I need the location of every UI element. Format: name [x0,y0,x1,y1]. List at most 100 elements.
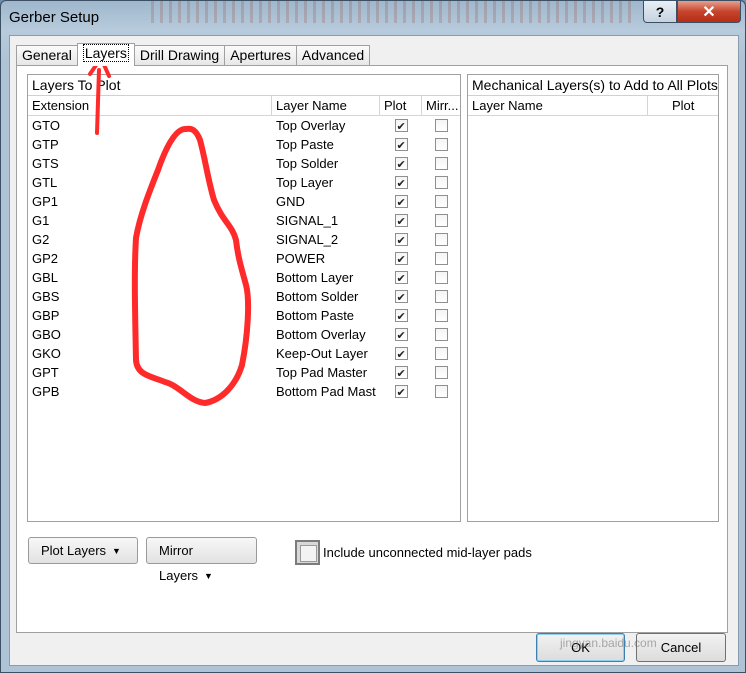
table-row[interactable]: G1 SIGNAL_1 [28,211,460,231]
tab-label: Advanced [301,47,365,63]
column-header-plot[interactable]: Plot [648,96,718,115]
plot-layers-dropdown-button[interactable]: Plot Layers ▼ [28,537,138,564]
layer-name-cell: SIGNAL_1 [276,213,339,228]
table-row[interactable]: GBL Bottom Layer [28,268,460,288]
plot-cell [380,211,422,231]
mirror-checkbox[interactable] [434,252,448,265]
mirror-checkbox[interactable] [434,328,448,341]
column-header-plot[interactable]: Plot [380,96,422,115]
title-bar[interactable]: Gerber Setup ? ✕ [1,1,746,35]
plot-checkbox[interactable] [394,231,408,250]
plot-checkbox[interactable] [394,345,408,364]
tab-label: Apertures [230,47,291,63]
mirror-checkbox[interactable] [434,309,448,322]
mirror-cell [422,135,460,154]
mirror-checkbox[interactable] [434,233,448,246]
column-header-layer-name[interactable]: Layer Name [272,96,380,115]
layer-name-cell: Top Solder [276,156,339,171]
mirror-layers-dropdown-button[interactable]: Mirror Layers ▼ [146,537,257,583]
table-row[interactable]: GBP Bottom Paste [28,306,460,326]
layer-name-cell: Top Layer [276,175,334,190]
plot-cell [380,230,422,250]
table-row[interactable]: GPB Bottom Pad Mast [28,382,460,402]
plot-checkbox[interactable] [394,364,408,383]
table-row[interactable]: GTL Top Layer [28,173,460,193]
help-button[interactable]: ? [643,1,677,23]
plot-checkbox[interactable] [394,136,408,155]
plot-cell [380,306,422,326]
plot-checkbox[interactable] [394,250,408,269]
mirror-cell [422,230,460,249]
plot-checkbox[interactable] [394,117,408,136]
table-row[interactable]: GP1 GND [28,192,460,212]
mirror-checkbox[interactable] [434,366,448,379]
tab-strip: General Layers Drill Drawing Apertures A… [16,43,371,66]
column-header-layer-name[interactable]: Layer Name [468,96,648,115]
column-header-mirror[interactable]: Mirr... [422,96,460,115]
plot-cell [380,135,422,155]
extension-cell: GTS [32,156,59,171]
include-unconnected-checkbox[interactable] [295,540,320,565]
mirror-checkbox[interactable] [434,347,448,360]
layer-name-cell: Bottom Layer [276,270,354,285]
plot-checkbox[interactable] [394,212,408,231]
table-row[interactable]: G2 SIGNAL_2 [28,230,460,250]
plot-checkbox[interactable] [394,383,408,402]
table-row[interactable]: GTO Top Overlay [28,116,460,136]
mirror-cell [422,268,460,287]
button-label: Plot Layers [41,543,107,558]
table-row[interactable]: GPT Top Pad Master [28,363,460,383]
extension-cell: GP2 [32,251,59,266]
plot-cell [380,268,422,288]
background-artifact [151,1,631,23]
layer-name-cell: Bottom Overlay [276,327,366,342]
mirror-checkbox[interactable] [434,290,448,303]
tab-general[interactable]: General [16,45,78,66]
mirror-cell [422,287,460,306]
table-row[interactable]: GKO Keep-Out Layer [28,344,460,364]
plot-checkbox[interactable] [394,193,408,212]
close-button[interactable]: ✕ [677,1,741,23]
tab-drill-drawing[interactable]: Drill Drawing [133,45,226,66]
mirror-cell [422,306,460,325]
tab-layers[interactable]: Layers [76,43,135,66]
extension-cell: GKO [32,346,61,361]
plot-cell [380,287,422,307]
tab-advanced[interactable]: Advanced [295,45,371,66]
mirror-checkbox[interactable] [434,176,448,189]
plot-checkbox[interactable] [394,288,408,307]
dialog-window: Gerber Setup ? ✕ General Layers Drill Dr… [0,0,746,673]
plot-checkbox[interactable] [394,326,408,345]
plot-checkbox[interactable] [394,269,408,288]
mirror-checkbox[interactable] [434,157,448,170]
dialog-body: General Layers Drill Drawing Apertures A… [9,35,739,666]
table-row[interactable]: GTP Top Paste [28,135,460,155]
mirror-checkbox[interactable] [434,214,448,227]
plot-cell [380,154,422,174]
layer-name-cell: Top Paste [276,137,334,152]
column-header-extension[interactable]: Extension [28,96,272,115]
mirror-checkbox[interactable] [434,195,448,208]
mirror-checkbox[interactable] [434,138,448,151]
tab-apertures[interactable]: Apertures [224,45,297,66]
table-row[interactable]: GBO Bottom Overlay [28,325,460,345]
table-row[interactable]: GTS Top Solder [28,154,460,174]
extension-cell: GPT [32,365,59,380]
mirror-checkbox[interactable] [434,385,448,398]
mirror-cell [422,173,460,192]
panel-title: Mechanical Layers(s) to Add to All Plots [468,75,718,96]
plot-checkbox[interactable] [394,174,408,193]
mirror-checkbox[interactable] [434,271,448,284]
table-row[interactable]: GBS Bottom Solder [28,287,460,307]
layer-name-cell: Bottom Solder [276,289,359,304]
layers-table-body: GTOTop OverlayGTPTop PasteGTSTop SolderG… [28,116,460,402]
layers-table-header: Extension Layer Name Plot Mirr... [28,96,460,116]
layer-name-cell: Bottom Pad Mast [276,384,376,399]
plot-checkbox[interactable] [394,155,408,174]
mech-table-header: Layer Name Plot [468,96,718,116]
close-icon: ✕ [702,3,716,21]
mirror-cell [422,363,460,382]
plot-checkbox[interactable] [394,307,408,326]
mirror-checkbox[interactable] [434,119,448,132]
table-row[interactable]: GP2 POWER [28,249,460,269]
